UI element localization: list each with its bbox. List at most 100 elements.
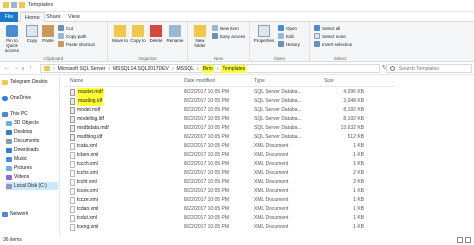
select-none-label: Select none	[322, 33, 346, 39]
xml-file-icon	[70, 215, 75, 222]
easy-access-button[interactable]: Easy access	[212, 33, 245, 39]
tab-home[interactable]: Home	[20, 12, 45, 22]
nav-item-documents[interactable]: Documents	[6, 137, 58, 145]
file-name-cell: mastlog.ldf	[70, 97, 104, 106]
tab-file[interactable]: File	[0, 12, 18, 22]
cube-icon	[6, 120, 12, 126]
new-folder-icon[interactable]	[19, 2, 25, 8]
recent-locations-chevron-icon[interactable]: ∨	[21, 66, 25, 72]
move-to-button[interactable]: Move to	[112, 25, 128, 43]
rename-icon	[169, 25, 181, 37]
table-row[interactable]: tccch.xml 8/22/2017 10:05 PM XML Document 1…	[64, 160, 394, 169]
file-date: 8/22/2017 10:05 PM	[184, 215, 230, 221]
network-icon	[2, 211, 8, 217]
table-row[interactable]: modellog.ldf 8/22/2017 10:05 PM SQL Server…	[64, 115, 394, 124]
rename-button[interactable]: Rename	[166, 25, 184, 43]
database-file-icon	[70, 134, 75, 141]
open-button[interactable]: Open	[278, 25, 297, 31]
table-row[interactable]: tcben.xml 8/22/2017 10:05 PM XML Document 1…	[64, 151, 394, 160]
open-label: Open	[286, 25, 298, 31]
select-all-button[interactable]: Select all	[314, 25, 340, 31]
breadcrumb-mssql[interactable]: MSSQL	[177, 65, 195, 73]
details-view-icon[interactable]	[457, 237, 463, 243]
documents-icon	[6, 138, 12, 144]
table-row[interactable]: tcata.xml 8/22/2017 10:05 PM XML Document 1…	[64, 142, 394, 151]
file-type: XML Document	[254, 152, 289, 158]
table-row[interactable]: tcces.xml 8/22/2017 10:05 PM XML Document 1…	[64, 187, 394, 196]
open-group: Properties Open Edit History Open	[250, 22, 310, 62]
tab-share[interactable]: Share	[42, 12, 65, 22]
copy-button[interactable]: Copy	[25, 25, 39, 43]
computer-icon	[2, 111, 8, 117]
table-row[interactable]: tcchs.xml 8/22/2017 10:05 PM XML Document 2…	[64, 169, 394, 178]
paste-icon	[42, 25, 54, 37]
nav-item-videos[interactable]: Videos	[6, 173, 58, 181]
delete-button[interactable]: Delete	[148, 25, 164, 43]
copy-path-button[interactable]: Copy path	[58, 33, 87, 39]
new-folder-button[interactable]: New folder	[191, 25, 209, 48]
up-arrow-icon[interactable]: ↑	[29, 65, 32, 71]
nav-item-this-pc[interactable]: This PC	[2, 110, 58, 118]
search-input[interactable]: Search Templates	[386, 64, 472, 73]
edit-button[interactable]: Edit	[278, 33, 294, 39]
breadcrumb-sql-server[interactable]: Microsoft SQL Server	[58, 65, 106, 73]
nav-item-network[interactable]: Network	[2, 210, 58, 218]
table-row[interactable]: tcdut.xml 8/22/2017 10:05 PM XML Document 1…	[64, 214, 394, 223]
file-name: tcata.xml	[77, 143, 98, 149]
nav-item-local-disk[interactable]: Local Disk (C:)	[6, 182, 58, 190]
table-row[interactable]: tccze.xml 8/22/2017 10:05 PM XML Document 1…	[64, 196, 394, 205]
large-icons-view-icon[interactable]	[465, 237, 471, 243]
window-title: Templates	[28, 2, 54, 8]
column-header-type[interactable]: Type	[254, 77, 265, 85]
file-size: 8,192 KB	[343, 116, 364, 122]
nav-item-music[interactable]: Music	[6, 155, 58, 163]
select-all-icon	[314, 25, 320, 31]
file-name-cell: tccch.xml	[70, 160, 98, 169]
pin-to-quick-access-button[interactable]: Pin to Quick access	[1, 25, 23, 53]
nav-item-3d-objects[interactable]: 3D Objects	[6, 119, 58, 127]
table-row[interactable]: mastlog.ldf 8/22/2017 10:05 PM SQL Server …	[64, 97, 394, 106]
file-type: SQL Server Databa...	[254, 116, 302, 122]
copy-to-button[interactable]: Copy to	[130, 25, 146, 43]
cut-button[interactable]: Cut	[58, 25, 73, 31]
properties-icon[interactable]	[11, 2, 17, 8]
table-row[interactable]: msdbdata.mdf 8/22/2017 10:05 PM SQL Server…	[64, 124, 394, 133]
invert-selection-label: Invert selection	[322, 41, 353, 47]
new-item-button[interactable]: New item	[212, 25, 239, 31]
nav-item-pictures[interactable]: Pictures	[6, 164, 58, 172]
tab-view[interactable]: View	[64, 12, 84, 22]
file-name-cell: tcdut.xml	[70, 214, 97, 223]
table-row[interactable]: master.mdf 8/22/2017 10:05 PM SQL Server D…	[64, 88, 394, 97]
file-name: tcdut.xml	[77, 215, 98, 221]
history-button[interactable]: History	[278, 41, 300, 47]
table-row[interactable]: msdblog.ldf 8/22/2017 10:05 PM SQL Server …	[64, 133, 394, 142]
table-row[interactable]: tccht.xml 8/22/2017 10:05 PM XML Document 2…	[64, 178, 394, 187]
address-bar[interactable]: › Microsoft SQL Server › MSSQL14.SQL2017…	[40, 64, 380, 73]
column-header-date[interactable]: Date modified	[184, 77, 215, 85]
nav-item-downloads[interactable]: Downloads	[6, 146, 58, 154]
nav-item-onedrive[interactable]: OneDrive	[2, 94, 58, 102]
nav-item-desktop[interactable]: Desktop	[6, 128, 58, 136]
column-header-name[interactable]: Name	[70, 77, 83, 85]
invert-selection-button[interactable]: Invert selection	[314, 41, 352, 47]
file-size: 1 KB	[353, 197, 364, 203]
back-arrow-icon[interactable]: ←	[4, 65, 10, 71]
table-row[interactable]: tceng.xml 8/22/2017 10:05 PM XML Document 1…	[64, 223, 394, 232]
breadcrumb-templates[interactable]: Templates	[221, 64, 247, 73]
properties-button[interactable]: Properties	[253, 25, 275, 43]
file-date: 8/22/2017 10:05 PM	[184, 197, 230, 203]
file-name: tcchs.xml	[77, 170, 98, 176]
file-date: 8/22/2017 10:05 PM	[184, 161, 230, 167]
breadcrumb-instance[interactable]: MSSQL14.SQL2017DEV	[113, 65, 169, 73]
properties-icon	[258, 25, 270, 37]
column-header-size[interactable]: Size	[324, 77, 334, 85]
table-row[interactable]: tcdan.xml 8/22/2017 10:05 PM XML Document 1…	[64, 205, 394, 214]
paste-button[interactable]: Paste	[41, 25, 55, 43]
paste-shortcut-button[interactable]: Paste shortcut	[58, 41, 95, 47]
select-none-button[interactable]: Select none	[314, 33, 346, 39]
breadcrumb-binn[interactable]: Binn	[201, 64, 214, 73]
forward-arrow-icon[interactable]: →	[13, 65, 19, 71]
nav-item-telegram[interactable]: Telegram Deskto	[2, 78, 58, 86]
select-group-label: Select	[333, 56, 347, 61]
table-row[interactable]: model.mdf 8/22/2017 10:05 PM SQL Server Da…	[64, 106, 394, 115]
